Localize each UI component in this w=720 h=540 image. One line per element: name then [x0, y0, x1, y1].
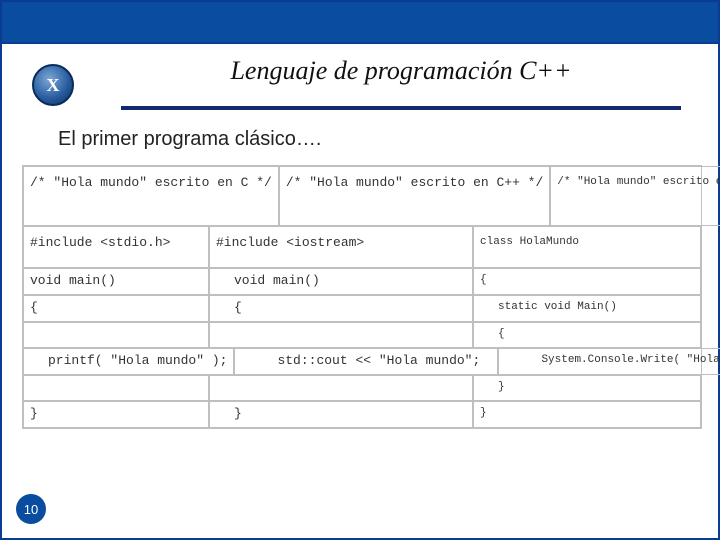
- c-main: void main(): [23, 268, 209, 295]
- page-title: Lenguaje de programación C++: [190, 54, 571, 92]
- c-include: #include <stdio.h>: [23, 226, 209, 268]
- page-number: 10: [24, 502, 38, 517]
- page-number-badge: 10: [16, 494, 46, 524]
- cs-open: {: [473, 322, 701, 348]
- cs-main: static void Main(): [473, 295, 701, 322]
- cs-comment: /* "Hola mundo" escrito en C# */: [550, 166, 720, 226]
- table-row: void main() void main() {: [23, 268, 701, 295]
- c-comment: /* "Hola mundo" escrito en C */: [23, 166, 279, 226]
- top-color-bar: [2, 2, 718, 44]
- c-empty2: [23, 375, 209, 401]
- table-row: {: [23, 322, 701, 348]
- c-body: printf( "Hola mundo" );: [23, 348, 234, 375]
- cpp-comment: /* "Hola mundo" escrito en C++ */: [279, 166, 550, 226]
- cpp-body: std::cout << "Hola mundo";: [234, 348, 498, 375]
- title-wrap: Lenguaje de programación C++: [74, 54, 688, 110]
- c-empty: [23, 322, 209, 348]
- institution-logo: X: [32, 64, 74, 106]
- table-row: #include <stdio.h> #include <iostream> c…: [23, 226, 701, 268]
- logo-letter: X: [47, 75, 60, 96]
- header: X Lenguaje de programación C++: [2, 44, 718, 110]
- code-comparison-table: /* "Hola mundo" escrito en C */ /* "Hola…: [22, 165, 702, 429]
- cs-close: }: [473, 375, 701, 401]
- table-row: }: [23, 375, 701, 401]
- cpp-empty: [209, 322, 473, 348]
- table-row: } } }: [23, 401, 701, 428]
- cs-class-open: {: [473, 268, 701, 295]
- cpp-close: }: [209, 401, 473, 428]
- cs-class: class HolaMundo: [473, 226, 701, 268]
- c-close: }: [23, 401, 209, 428]
- c-open: {: [23, 295, 209, 322]
- subtitle: El primer programa clásico….: [2, 110, 718, 165]
- table-row: printf( "Hola mundo" ); std::cout << "Ho…: [23, 348, 701, 375]
- table-row: { { static void Main(): [23, 295, 701, 322]
- cpp-open: {: [209, 295, 473, 322]
- title-underline: [121, 106, 681, 110]
- cs-body: System.Console.Write( "Hola mundo" );: [498, 348, 720, 375]
- cpp-include: #include <iostream>: [209, 226, 473, 268]
- table-row: /* "Hola mundo" escrito en C */ /* "Hola…: [23, 166, 701, 226]
- cpp-empty2: [209, 375, 473, 401]
- cpp-main: void main(): [209, 268, 473, 295]
- cs-class-close: }: [473, 401, 701, 428]
